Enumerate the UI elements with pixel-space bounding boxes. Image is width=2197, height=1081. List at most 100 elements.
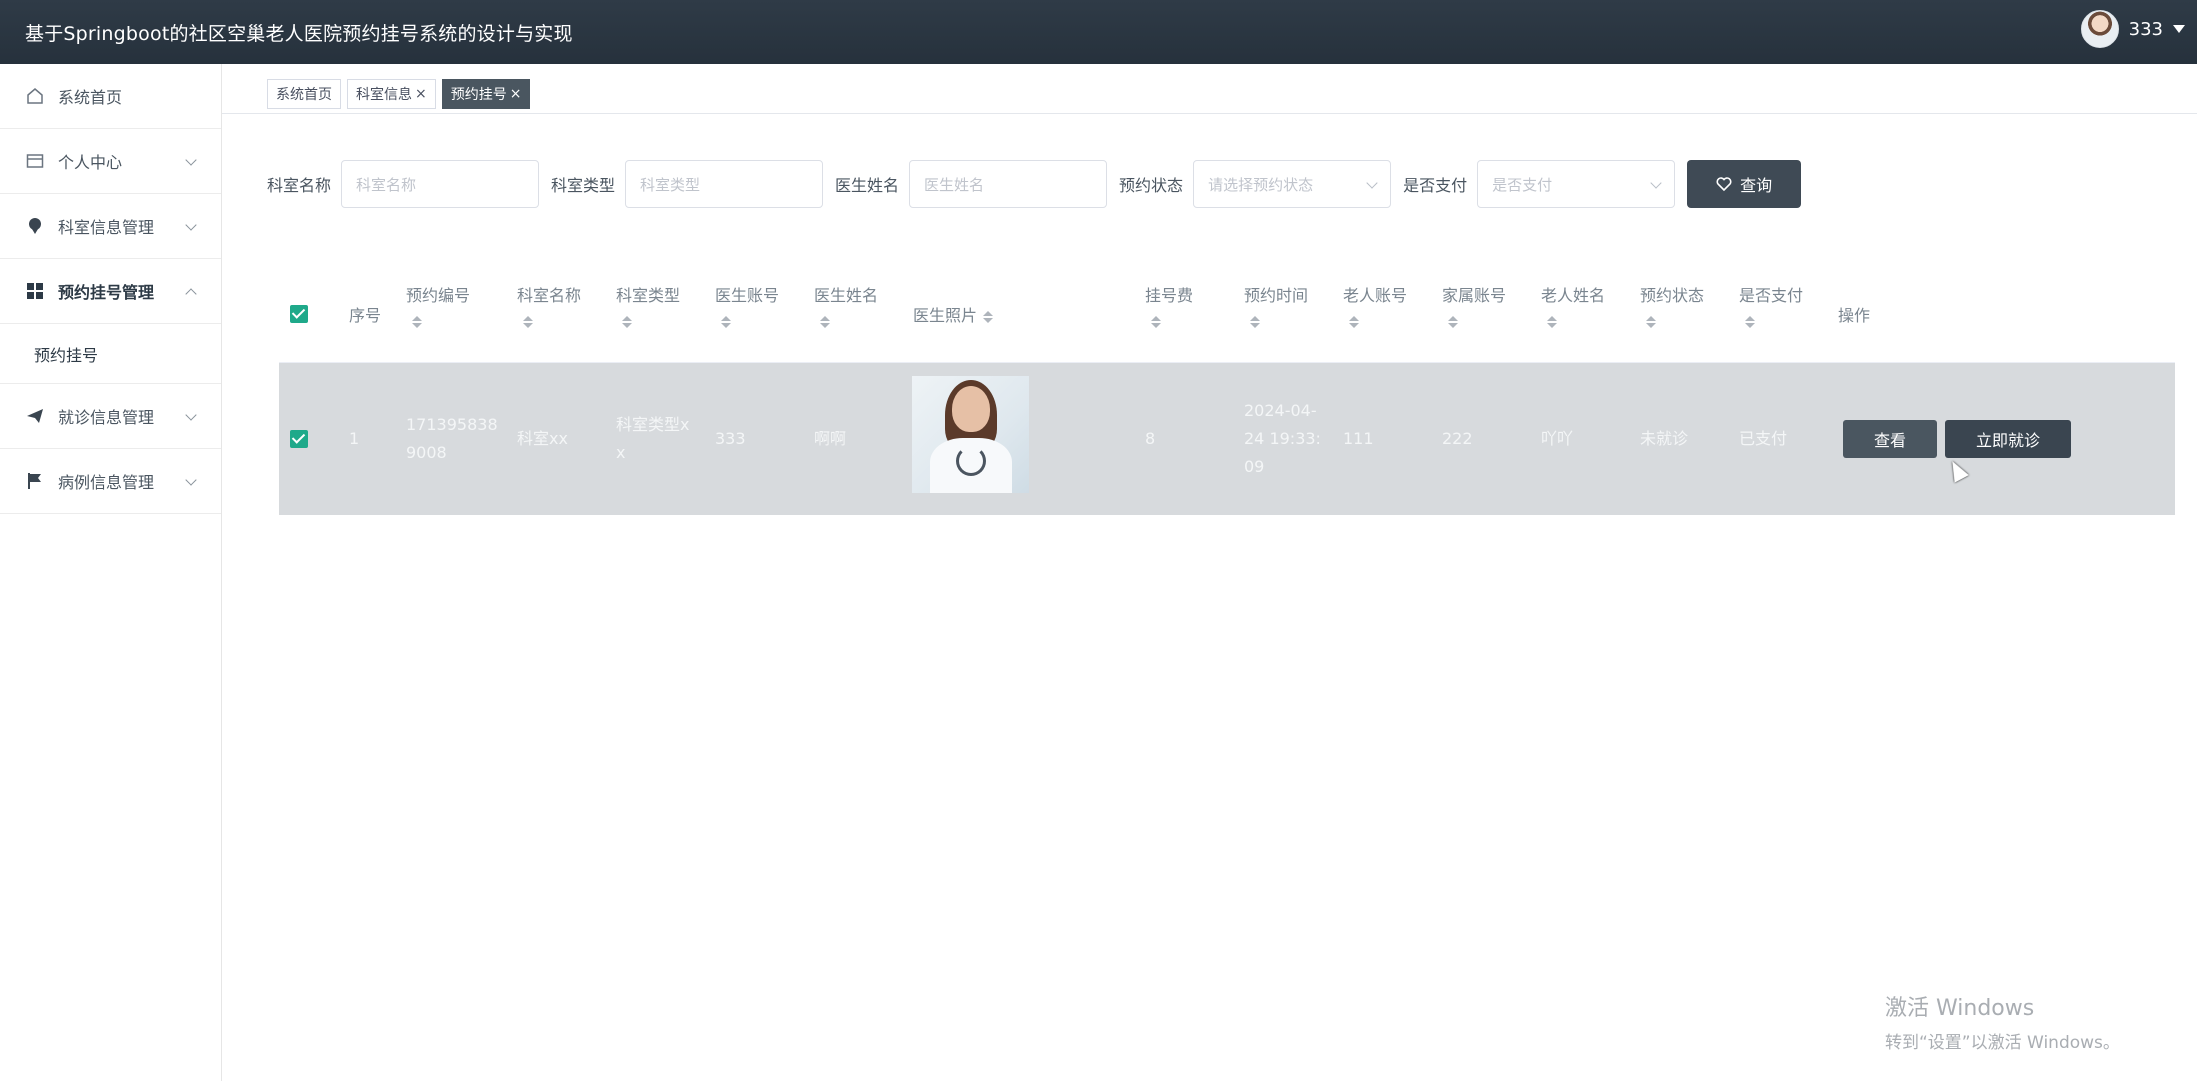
send-icon	[26, 407, 44, 425]
sidebar-item-home[interactable]: 系统首页	[0, 64, 221, 129]
col-header-sortable[interactable]: 家属账号	[1442, 282, 1506, 328]
placeholder: 科室名称	[356, 175, 417, 194]
user-menu[interactable]: 333	[2080, 10, 2185, 48]
card-icon	[26, 152, 44, 170]
col-header-sortable[interactable]: 老人姓名	[1541, 282, 1605, 328]
cell-elder-name: 吖吖	[1541, 429, 1574, 448]
col-label: 医生姓名	[814, 286, 879, 305]
col-label: 挂号费	[1145, 286, 1194, 305]
placeholder: 是否支付	[1492, 175, 1553, 194]
query-button[interactable]: 查询	[1687, 160, 1802, 208]
col-header-sortable[interactable]: 医生账号	[715, 282, 779, 328]
tab-label: 科室信息	[356, 87, 412, 103]
col-header-sortable[interactable]: 老人账号	[1343, 282, 1407, 328]
col-header-sortable[interactable]: 医生姓名	[814, 282, 878, 328]
doctor-photo[interactable]	[912, 376, 1029, 493]
sidebar-subitem-booking[interactable]: 预约挂号	[0, 324, 221, 384]
col-label: 老人账号	[1343, 286, 1408, 305]
dept-type-label: 科室类型	[551, 176, 616, 195]
sidebar-item-visit[interactable]: 就诊信息管理	[0, 384, 221, 449]
sort-icon[interactable]	[1547, 316, 1557, 328]
doctor-name-input[interactable]: 医生姓名	[909, 160, 1108, 208]
heart-icon	[1716, 177, 1732, 192]
col-header: 操作	[1838, 306, 1871, 325]
search-form: 科室名称 科室名称 科室类型 科室类型 医生姓名 医生姓名 预约状态 请选择预约…	[267, 160, 1802, 208]
select-all-checkbox[interactable]	[290, 305, 308, 323]
col-label: 老人姓名	[1541, 286, 1606, 305]
col-label: 预约编号	[406, 286, 471, 305]
booking-table: 序号 预约编号 科室名称 科室类型 医生账号 医生姓名 医生照片 挂号费 预约时…	[279, 265, 2175, 515]
col-label: 医生照片	[913, 306, 978, 325]
col-label: 预约时间	[1244, 286, 1309, 305]
cell-index: 1	[349, 429, 360, 448]
col-header-sortable[interactable]: 预约时间	[1244, 282, 1308, 328]
col-header-sortable[interactable]: 科室类型	[616, 282, 680, 328]
sidebar-item-label: 就诊信息管理	[58, 408, 155, 427]
cell-doctor-account: 333	[715, 429, 746, 448]
sidebar-item-case[interactable]: 病例信息管理	[0, 449, 221, 514]
sidebar-item-label: 预约挂号管理	[58, 283, 155, 302]
avatar[interactable]	[2080, 10, 2119, 48]
sidebar-item-dept[interactable]: 科室信息管理	[0, 194, 221, 259]
col-header-sortable[interactable]: 医生照片	[913, 302, 994, 326]
sort-icon[interactable]	[721, 316, 731, 328]
col-header-sortable[interactable]: 是否支付	[1739, 282, 1803, 328]
cell-line: 科室类型x	[616, 415, 690, 434]
cell-doctor-name: 啊啊	[814, 429, 847, 448]
sort-icon[interactable]	[1349, 316, 1359, 328]
sort-icon[interactable]	[1151, 316, 1161, 328]
chevron-up-icon	[185, 288, 197, 300]
sort-icon[interactable]	[523, 316, 533, 328]
user-name[interactable]: 333	[2129, 19, 2163, 40]
sidebar-item-booking[interactable]: 预约挂号管理	[0, 259, 221, 324]
cell-line: 9008	[406, 443, 447, 462]
cell-line: 09	[1244, 457, 1265, 476]
cell-line: 24 19:33:	[1244, 429, 1321, 448]
cell-family-account: 222	[1442, 429, 1473, 448]
col-header-sortable[interactable]: 挂号费	[1145, 282, 1193, 328]
status-select[interactable]: 请选择预约状态	[1193, 160, 1392, 208]
col-header-sortable[interactable]: 预约状态	[1640, 282, 1704, 328]
sidebar-item-label: 病例信息管理	[58, 473, 155, 492]
tab-dept-info[interactable]: 科室信息 ×	[347, 79, 436, 109]
dept-name-input[interactable]: 科室名称	[341, 160, 540, 208]
paid-select[interactable]: 是否支付	[1477, 160, 1676, 208]
visit-now-button[interactable]: 立即就诊	[1945, 420, 2071, 458]
table-row[interactable]: 1 171395838 9008 科室xx 科室类型x x 333 啊啊 8 2…	[279, 363, 2175, 515]
cell-line: 2024-04-	[1244, 401, 1317, 420]
caret-down-icon[interactable]	[2173, 25, 2185, 33]
table-header: 序号 预约编号 科室名称 科室类型 医生账号 医生姓名 医生照片 挂号费 预约时…	[279, 265, 2175, 363]
tab-label: 预约挂号	[450, 87, 507, 103]
dept-name-label: 科室名称	[267, 176, 332, 195]
col-label: 家属账号	[1442, 286, 1507, 305]
sort-icon[interactable]	[1250, 316, 1260, 328]
cell-line: x	[616, 443, 626, 462]
watermark-line1: 激活 Windows	[1885, 996, 2035, 1021]
sort-icon[interactable]	[1448, 316, 1458, 328]
col-header-sortable[interactable]: 预约编号	[406, 282, 470, 328]
sort-icon[interactable]	[1646, 316, 1656, 328]
dept-type-input[interactable]: 科室类型	[625, 160, 824, 208]
close-icon[interactable]: ×	[415, 86, 427, 102]
chevron-down-icon	[1366, 177, 1378, 189]
cell-booking-no: 171395838 9008	[406, 411, 498, 467]
sidebar-item-label: 科室信息管理	[58, 218, 155, 237]
col-header-sortable[interactable]: 科室名称	[517, 282, 581, 328]
tab-home[interactable]: 系统首页	[267, 79, 341, 109]
placeholder: 科室类型	[640, 175, 701, 194]
sort-icon[interactable]	[820, 316, 830, 328]
row-checkbox[interactable]	[290, 430, 308, 448]
sort-icon[interactable]	[983, 310, 994, 323]
chevron-down-icon	[185, 154, 197, 166]
close-icon[interactable]: ×	[510, 86, 522, 102]
sort-icon[interactable]	[1745, 316, 1755, 328]
cell-status: 未就诊	[1640, 429, 1689, 448]
sidebar-item-label: 个人中心	[58, 153, 123, 172]
sort-icon[interactable]	[412, 316, 422, 328]
tabs-bar: 系统首页 科室信息 × 预约挂号 ×	[267, 79, 531, 109]
view-button[interactable]: 查看	[1843, 420, 1937, 458]
tab-booking[interactable]: 预约挂号 ×	[441, 79, 531, 109]
sort-icon[interactable]	[622, 316, 632, 328]
sidebar-item-profile[interactable]: 个人中心	[0, 129, 221, 194]
app-title: 基于Springboot的社区空巢老人医院预约挂号系统的设计与实现	[25, 22, 573, 45]
